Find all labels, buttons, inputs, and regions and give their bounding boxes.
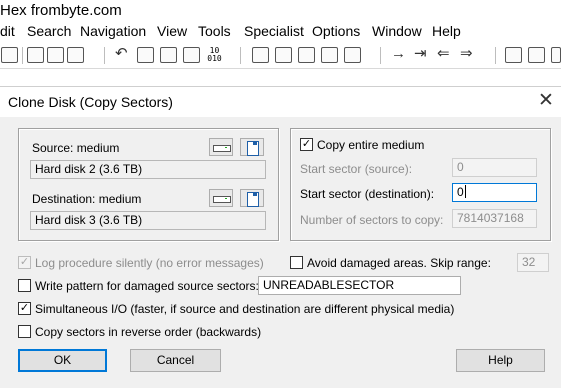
source-label: Source: medium xyxy=(32,141,120,155)
start-sector-destination-label: Start sector (destination): xyxy=(300,187,435,201)
binary-icon[interactable]: 10 010 xyxy=(206,47,223,63)
toolbar-separator xyxy=(104,47,105,64)
copy-entire-medium-checkbox[interactable]: ✓ xyxy=(300,138,313,151)
disk-edit-icon[interactable] xyxy=(505,47,522,63)
toolbar: ↶ 10 010 → ⇥ ⇐ ⇒ xyxy=(0,42,561,69)
copy-entire-medium-label: Copy entire medium xyxy=(317,138,425,152)
reverse-order-label: Copy sectors in reverse order (backwards… xyxy=(35,325,262,339)
toolbar-separator xyxy=(495,47,496,64)
skip-range-field[interactable]: 32 xyxy=(517,253,549,272)
replace-text-icon[interactable] xyxy=(298,47,315,63)
log-silently-checkbox[interactable]: ✓ xyxy=(18,256,31,269)
properties-icon[interactable] xyxy=(47,47,64,63)
source-medium-field[interactable]: Hard disk 2 (3.6 TB) xyxy=(30,160,266,179)
pattern-field[interactable]: UNREADABLESECTOR xyxy=(258,276,461,295)
select-destination-drive-button[interactable] xyxy=(209,189,233,207)
log-silently-label: Log procedure silently (no error message… xyxy=(35,256,264,270)
forward-icon[interactable]: ⇒ xyxy=(460,45,473,63)
write-pattern-label: Write pattern for damaged source sectors… xyxy=(35,279,259,293)
select-source-drive-button[interactable] xyxy=(209,138,233,156)
write-pattern-checkbox[interactable] xyxy=(18,279,31,292)
menu-options[interactable]: Options xyxy=(312,23,360,39)
drive-led xyxy=(225,147,227,148)
document-fold xyxy=(253,192,257,196)
clone-disk-dialog: Clone Disk (Copy Sectors) ✕ Source: medi… xyxy=(0,86,561,388)
dialog-title: Clone Disk (Copy Sectors) xyxy=(8,94,173,110)
undo-icon[interactable]: ↶ xyxy=(115,45,128,63)
back-icon[interactable]: ⇐ xyxy=(437,45,450,63)
toolbar-separator xyxy=(240,47,241,64)
text-caret xyxy=(464,185,466,198)
windows-icon[interactable] xyxy=(528,47,545,63)
reverse-order-checkbox[interactable] xyxy=(18,325,31,338)
num-sectors-field[interactable]: 7814037168 xyxy=(452,209,537,228)
drive-icon xyxy=(213,196,231,203)
menu-edit[interactable]: dit xyxy=(0,23,15,39)
menu-help[interactable]: Help xyxy=(432,23,461,39)
menu-specialist[interactable]: Specialist xyxy=(244,23,304,39)
find-hex-icon[interactable] xyxy=(275,47,292,63)
find-icon[interactable] xyxy=(252,47,269,63)
drive-led xyxy=(225,198,227,199)
toolbar-separator xyxy=(380,47,381,64)
help-button[interactable]: Help xyxy=(456,349,545,372)
save-icon[interactable] xyxy=(1,47,18,63)
goto-sector-icon[interactable]: ⇥ xyxy=(414,45,427,63)
select-destination-file-button[interactable] xyxy=(240,189,264,207)
drive-icon xyxy=(213,145,231,152)
menu-window[interactable]: Window xyxy=(372,23,422,39)
copy-icon[interactable] xyxy=(137,47,154,63)
ok-button[interactable]: OK xyxy=(18,349,107,372)
goto-offset-icon[interactable]: → xyxy=(391,45,406,63)
toolbar-separator xyxy=(22,47,23,64)
destination-medium-field[interactable]: Hard disk 3 (3.6 TB) xyxy=(30,211,266,230)
find-next-icon[interactable] xyxy=(344,47,361,63)
edit-icon[interactable] xyxy=(67,47,84,63)
paste-icon[interactable] xyxy=(160,47,177,63)
simultaneous-io-checkbox[interactable]: ✓ xyxy=(18,302,31,315)
menu-tools[interactable]: Tools xyxy=(198,23,231,39)
destination-label: Destination: medium xyxy=(32,192,142,206)
replace-hex-icon[interactable] xyxy=(321,47,338,63)
avoid-damaged-checkbox[interactable] xyxy=(290,256,303,269)
app-title: Hex frombyte.com xyxy=(0,2,122,19)
start-sector-destination-field[interactable]: 0 xyxy=(452,183,537,202)
more-icon[interactable] xyxy=(551,47,561,63)
print-icon[interactable] xyxy=(27,47,44,63)
menu-view[interactable]: View xyxy=(157,23,187,39)
menu-navigation[interactable]: Navigation xyxy=(80,23,146,39)
num-sectors-label: Number of sectors to copy: xyxy=(300,213,444,227)
avoid-damaged-label: Avoid damaged areas. Skip range: xyxy=(307,256,491,270)
paste-special-icon[interactable] xyxy=(183,47,200,63)
simultaneous-io-label: Simultaneous I/O (faster, if source and … xyxy=(35,302,455,316)
cancel-button[interactable]: Cancel xyxy=(130,349,221,372)
document-fold xyxy=(253,141,257,145)
select-source-file-button[interactable] xyxy=(240,138,264,156)
app-titlebar: Hex frombyte.com xyxy=(0,0,561,22)
menu-bar: dit Search Navigation View Tools Special… xyxy=(0,22,561,42)
start-sector-source-label: Start sector (source): xyxy=(300,162,413,176)
menu-search[interactable]: Search xyxy=(27,23,71,39)
start-sector-destination-value: 0 xyxy=(457,185,464,199)
close-icon[interactable]: ✕ xyxy=(536,91,556,113)
start-sector-source-field[interactable]: 0 xyxy=(452,158,537,177)
dialog-titlebar: Clone Disk (Copy Sectors) ✕ xyxy=(0,87,561,117)
